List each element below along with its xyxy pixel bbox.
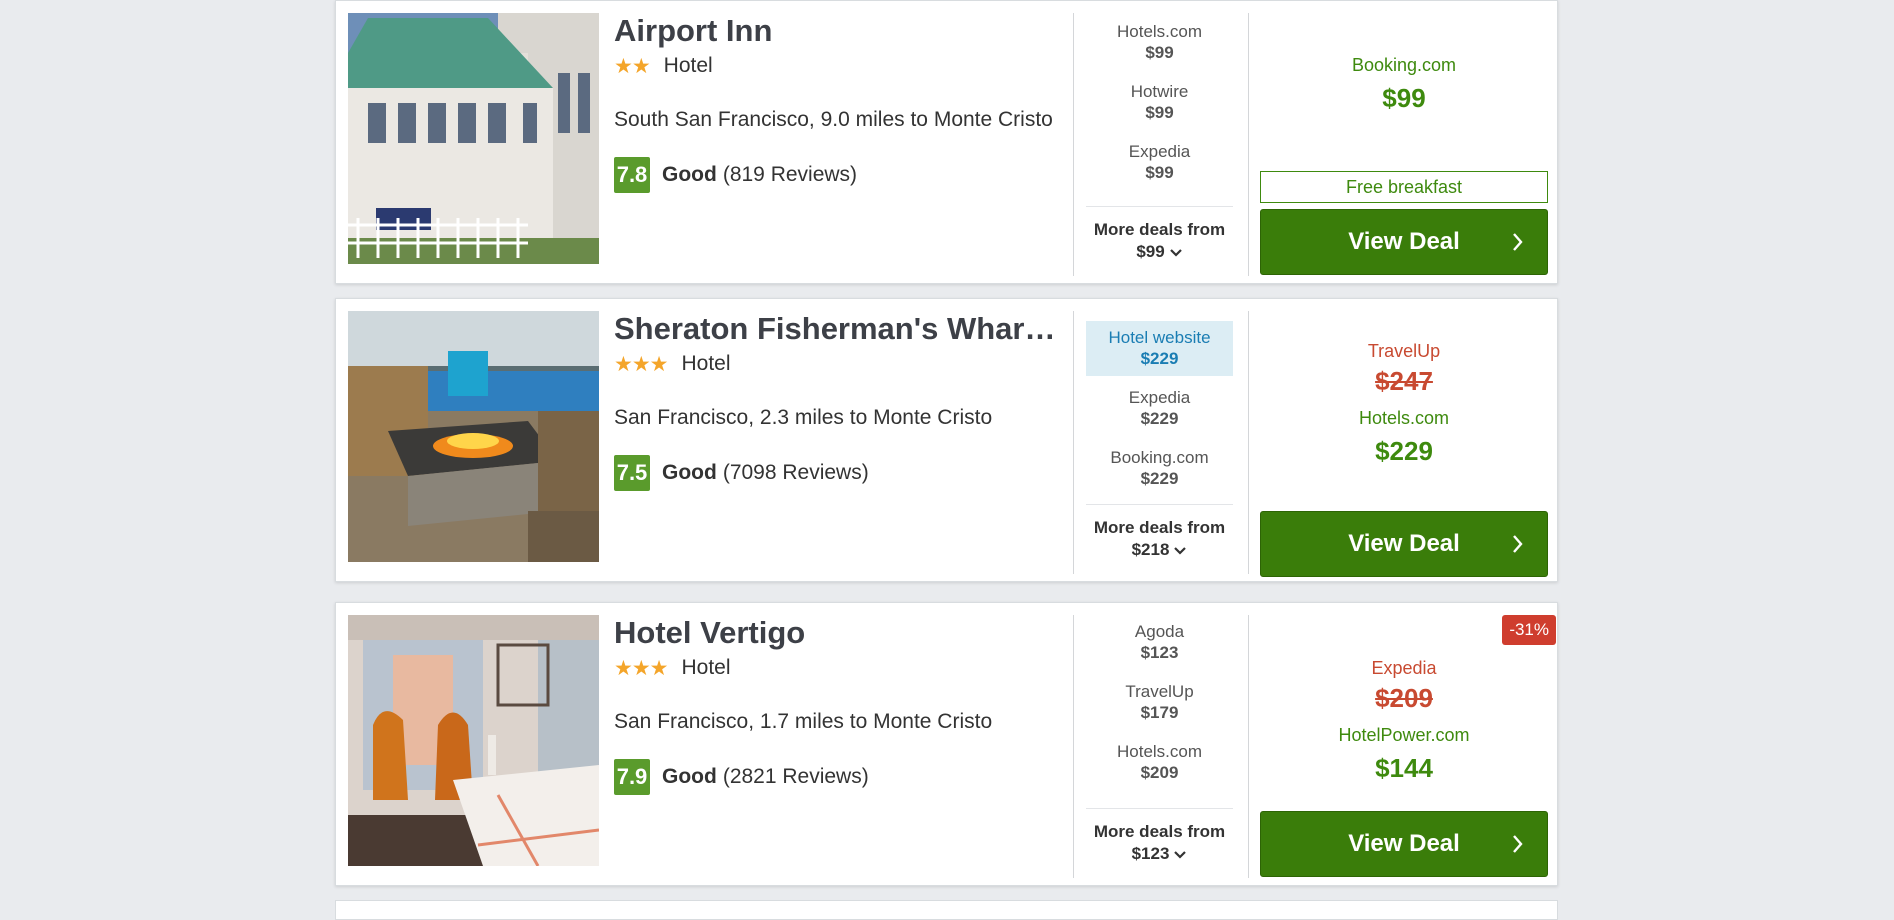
more-deals-link[interactable]: More deals from $218 — [1086, 504, 1233, 561]
star-rating-icon: ★★★ — [614, 656, 668, 680]
more-deals-label: More deals from — [1093, 822, 1226, 841]
view-deal-label: View Deal — [1348, 228, 1460, 255]
provider-price: $99 — [1145, 163, 1174, 182]
provider-name: Agoda — [1134, 622, 1185, 641]
review-score-badge: 7.9 — [614, 759, 650, 795]
view-deal-label: View Deal — [1348, 530, 1460, 557]
next-hotel-card-partial — [335, 900, 1558, 920]
provider-deal[interactable]: Expedia $99 — [1086, 135, 1233, 190]
view-deal-label: View Deal — [1348, 830, 1460, 857]
free-breakfast-tag: Free breakfast — [1260, 171, 1548, 203]
provider-deal-highlighted[interactable]: Hotel website $229 — [1086, 321, 1233, 376]
hotel-card-hotel-vertigo[interactable]: Hotel Vertigo ★★★ Hotel San Francisco, 1… — [335, 602, 1558, 886]
chevron-right-icon — [1513, 535, 1523, 553]
provider-deal[interactable]: Hotels.com $209 — [1086, 735, 1233, 790]
rating-word: Good — [662, 163, 717, 186]
provider-price: $229 — [1140, 349, 1179, 368]
view-deal-button[interactable]: View Deal — [1260, 209, 1548, 275]
hotel-card-airport-inn[interactable]: Airport Inn ★★ Hotel South San Francisco… — [335, 0, 1558, 284]
hotel-photo[interactable] — [348, 615, 599, 866]
more-deals-label: More deals from — [1093, 220, 1226, 239]
provider-name: Hotel website — [1108, 328, 1211, 347]
star-rating-icon: ★★★ — [614, 352, 668, 376]
provider-deal[interactable]: TravelUp $179 — [1086, 675, 1233, 730]
main-provider: Hotels.com — [1358, 408, 1450, 428]
main-price: $229 — [1375, 436, 1433, 466]
rating-word: Good — [662, 765, 717, 788]
more-deals-label: More deals from — [1093, 518, 1226, 537]
hotel-type: Hotel — [681, 352, 731, 375]
main-deal: Booking.com $99 Free breakfast View Deal — [1260, 13, 1548, 276]
hotel-info: Airport Inn ★★ Hotel South San Francisco… — [614, 13, 1064, 193]
provider-price: $99 — [1145, 43, 1174, 62]
view-deal-button[interactable]: View Deal — [1260, 811, 1548, 877]
provider-price: $123 — [1140, 643, 1179, 662]
provider-name: TravelUp — [1125, 682, 1194, 701]
review-count: (7098 Reviews) — [722, 461, 869, 484]
provider-deal[interactable]: Hotwire $99 — [1086, 75, 1233, 130]
provider-name: Expedia — [1128, 388, 1191, 407]
review-rating[interactable]: 7.9 Good (2821 Reviews) — [614, 759, 1064, 795]
provider-deal[interactable]: Hotels.com $99 — [1086, 15, 1233, 70]
provider-price: $229 — [1140, 409, 1179, 428]
rating-word: Good — [662, 461, 717, 484]
hotel-location: San Francisco, 2.3 miles to Monte Cristo — [614, 406, 993, 429]
provider-deal[interactable]: Booking.com $229 — [1086, 441, 1233, 496]
more-deals-link[interactable]: More deals from $99 — [1086, 206, 1233, 263]
review-count: (819 Reviews) — [722, 163, 858, 186]
hotel-info: Hotel Vertigo ★★★ Hotel San Francisco, 1… — [614, 615, 1064, 795]
more-deals-price: $123 — [1131, 844, 1170, 863]
review-rating[interactable]: 7.8 Good (819 Reviews) — [614, 157, 1064, 193]
hotel-type: Hotel — [681, 656, 731, 679]
hotel-card-sheraton-fishermans-wharf[interactable]: Sheraton Fisherman's Wharf … ★★★ Hotel S… — [335, 298, 1558, 582]
chevron-right-icon — [1513, 835, 1523, 853]
hotel-location: San Francisco, 1.7 miles to Monte Cristo — [614, 710, 993, 733]
provider-price: $209 — [1140, 763, 1179, 782]
main-provider: HotelPower.com — [1338, 725, 1470, 745]
provider-deal[interactable]: Agoda $123 — [1086, 615, 1233, 670]
hotel-info: Sheraton Fisherman's Wharf … ★★★ Hotel S… — [614, 311, 1064, 491]
hotel-photo[interactable] — [348, 311, 599, 562]
hotel-photo[interactable] — [348, 13, 599, 264]
main-deal: Expedia $209 HotelPower.com $144 View De… — [1260, 615, 1548, 878]
chevron-right-icon — [1513, 233, 1523, 251]
review-score-badge: 7.8 — [614, 157, 650, 193]
previous-price: $209 — [1375, 683, 1433, 713]
more-deals-price: $218 — [1131, 540, 1170, 559]
provider-price: $179 — [1140, 703, 1179, 722]
chevron-down-icon — [1169, 248, 1182, 257]
main-provider: Booking.com — [1351, 55, 1457, 75]
hotel-name[interactable]: Hotel Vertigo — [614, 615, 1064, 651]
hotel-name[interactable]: Sheraton Fisherman's Wharf … — [614, 311, 1064, 347]
provider-deals: Hotels.com $99 Hotwire $99 Expedia $99 M… — [1073, 13, 1249, 276]
more-deals-link[interactable]: More deals from $123 — [1086, 808, 1233, 865]
provider-name: Hotwire — [1130, 82, 1189, 101]
previous-provider: TravelUp — [1367, 341, 1441, 361]
view-deal-button[interactable]: View Deal — [1260, 511, 1548, 577]
review-score-badge: 7.5 — [614, 455, 650, 491]
provider-price: $99 — [1145, 103, 1174, 122]
previous-provider: Expedia — [1371, 658, 1437, 678]
provider-name: Booking.com — [1110, 448, 1209, 467]
provider-deals: Agoda $123 TravelUp $179 Hotels.com $209… — [1073, 615, 1249, 878]
hotel-type: Hotel — [663, 54, 713, 77]
hotel-name[interactable]: Airport Inn — [614, 13, 1064, 49]
more-deals-price: $99 — [1136, 242, 1165, 261]
provider-name: Hotels.com — [1116, 22, 1203, 41]
chevron-down-icon — [1174, 546, 1187, 555]
provider-deal[interactable]: Expedia $229 — [1086, 381, 1233, 436]
provider-deals: Hotel website $229 Expedia $229 Booking.… — [1073, 311, 1249, 574]
provider-name: Hotels.com — [1116, 742, 1203, 761]
chevron-down-icon — [1174, 850, 1187, 859]
hotel-location: South San Francisco, 9.0 miles to Monte … — [614, 108, 1053, 131]
main-price: $99 — [1382, 83, 1426, 113]
review-count: (2821 Reviews) — [722, 765, 869, 788]
provider-name: Expedia — [1128, 142, 1191, 161]
main-deal: TravelUp $247 Hotels.com $229 View Deal — [1260, 311, 1548, 577]
review-rating[interactable]: 7.5 Good (7098 Reviews) — [614, 455, 1064, 491]
previous-price: $247 — [1375, 366, 1433, 396]
star-rating-icon: ★★ — [614, 54, 651, 78]
main-price: $144 — [1375, 753, 1433, 783]
provider-price: $229 — [1140, 469, 1179, 488]
